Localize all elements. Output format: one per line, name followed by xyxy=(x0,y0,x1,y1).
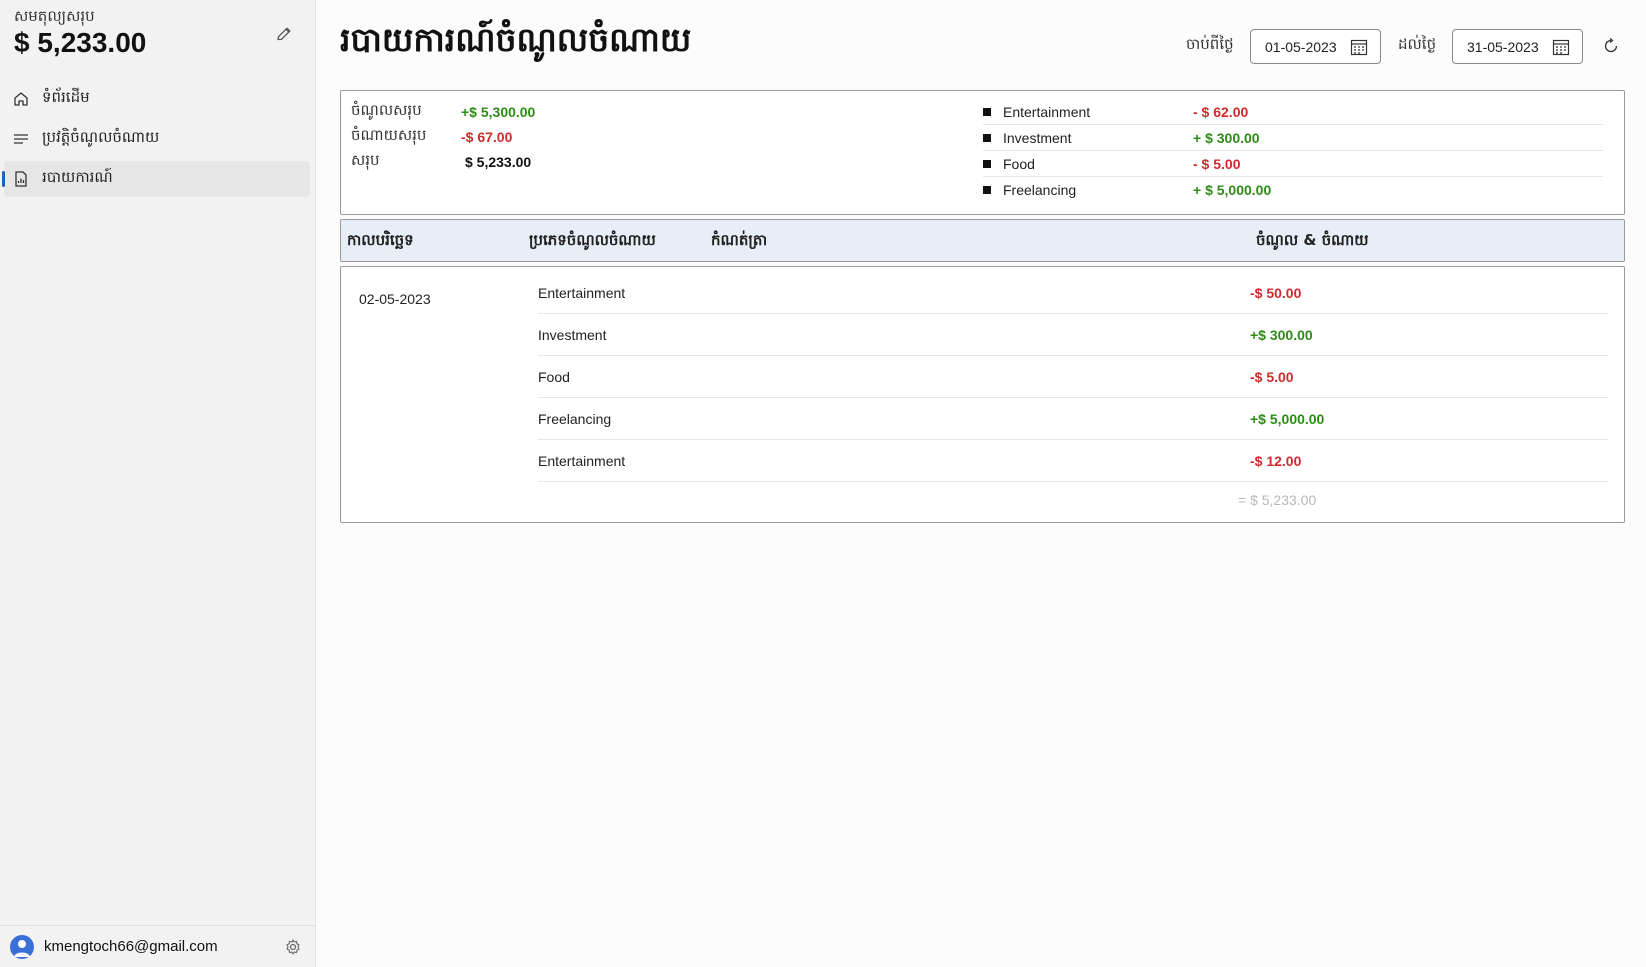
summary-panel: ចំណូលសរុប +$ 5,300.00 ចំណាយសរុប -$ 67.00… xyxy=(340,90,1625,215)
expense-label: ចំណាយសរុប xyxy=(351,126,427,144)
row-category: Investment xyxy=(538,327,607,343)
category-name: Entertainment xyxy=(1003,103,1091,120)
column-header-category: ប្រភេទចំណូលចំណាយ xyxy=(529,231,656,249)
list-icon xyxy=(12,130,30,148)
row-category: Entertainment xyxy=(538,285,626,301)
table-body: 02-05-2023 Entertainment -$ 50.00 Invest… xyxy=(340,266,1625,523)
total-value: $ 5,233.00 xyxy=(465,154,532,170)
sidebar-item-report[interactable]: របាយការណ៍ xyxy=(2,161,310,197)
to-date-label: ដល់ថ្ងៃ xyxy=(1398,35,1437,53)
row-amount: -$ 50.00 xyxy=(1250,285,1302,301)
edit-balance-button[interactable] xyxy=(274,24,294,44)
sidebar-item-label: ប្រវត្តិចំណូលចំណាយ xyxy=(42,128,160,146)
row-amount: -$ 12.00 xyxy=(1250,453,1302,469)
category-name: Food xyxy=(1003,155,1035,172)
refresh-icon xyxy=(1604,37,1618,53)
category-amount: - $ 5.00 xyxy=(1193,155,1241,172)
total-label: សរុប xyxy=(351,151,380,169)
account-footer: kmengtoch66@gmail.com xyxy=(0,925,316,967)
table-row[interactable]: Food -$ 5.00 xyxy=(538,356,1608,398)
sidebar-item-home[interactable]: ទំព័រដើម xyxy=(4,81,310,117)
list-item: Food - $ 5.00 xyxy=(983,151,1603,177)
sidebar: សមតុល្យសរុប $ 5,233.00 ទំព័រដើម ប្រវត្តិ… xyxy=(0,0,316,967)
list-item: Freelancing + $ 5,000.00 xyxy=(983,177,1603,203)
person-icon xyxy=(14,939,30,957)
row-category: Entertainment xyxy=(538,453,626,469)
from-date-label: ចាប់ពីថ្ងៃ xyxy=(1186,35,1234,53)
page-title: របាយការណ៍ចំណូលចំណាយ xyxy=(340,20,692,59)
table-row[interactable]: Freelancing +$ 5,000.00 xyxy=(538,398,1608,440)
list-item: Entertainment - $ 62.00 xyxy=(983,99,1603,125)
table-row[interactable]: Entertainment -$ 12.00 xyxy=(538,440,1608,482)
category-amount: - $ 62.00 xyxy=(1193,103,1249,120)
sidebar-item-label: របាយការណ៍ xyxy=(42,168,113,186)
category-amount: + $ 5,000.00 xyxy=(1193,182,1272,198)
income-value: +$ 5,300.00 xyxy=(461,104,536,120)
avatar[interactable] xyxy=(10,934,34,959)
to-date-value: 31-05-2023 xyxy=(1467,38,1539,55)
row-amount: +$ 5,000.00 xyxy=(1250,411,1325,427)
balance-value: $ 5,233.00 xyxy=(14,27,147,58)
calendar-icon[interactable] xyxy=(1350,38,1368,56)
calendar-icon[interactable] xyxy=(1552,38,1570,56)
sidebar-nav: ទំព័រដើម ប្រវត្តិចំណូលចំណាយ របាយការណ៍ xyxy=(0,81,316,201)
income-label: ចំណូលសរុប xyxy=(351,101,422,119)
table-header: កាលបរិច្ឆេទ ប្រភេទចំណូលចំណាយ កំណត់ត្រា ច… xyxy=(340,219,1625,262)
row-category: Freelancing xyxy=(538,411,612,427)
from-date-value: 01-05-2023 xyxy=(1265,38,1337,55)
refresh-button[interactable] xyxy=(1602,37,1620,55)
settings-button[interactable] xyxy=(284,938,302,956)
report-icon xyxy=(12,170,30,188)
row-amount: +$ 300.00 xyxy=(1250,327,1313,343)
to-date-field[interactable]: 31-05-2023 xyxy=(1452,29,1583,64)
expense-value: -$ 67.00 xyxy=(461,129,513,145)
bullet-icon xyxy=(983,186,991,194)
bullet-icon xyxy=(983,133,991,142)
gear-icon xyxy=(286,939,300,955)
income-summary: ចំណូលសរុប +$ 5,300.00 xyxy=(351,101,535,123)
sidebar-item-label: ទំព័រដើម xyxy=(42,88,90,106)
from-date-field[interactable]: 01-05-2023 xyxy=(1250,29,1381,64)
sidebar-item-history[interactable]: ប្រវត្តិចំណូលចំណាយ xyxy=(4,121,310,157)
category-name: Freelancing xyxy=(1003,182,1077,198)
category-name: Investment xyxy=(1003,129,1072,146)
expense-summary: ចំណាយសរុប -$ 67.00 xyxy=(351,126,512,148)
user-email: kmengtoch66@gmail.com xyxy=(44,938,218,955)
list-item: Investment + $ 300.00 xyxy=(983,125,1603,151)
table-row[interactable]: Investment +$ 300.00 xyxy=(538,314,1608,356)
group-total: = $ 5,233.00 xyxy=(1238,492,1317,508)
column-header-amount: ចំណូល & ចំណាយ xyxy=(1256,231,1369,249)
total-summary: សរុប $ 5,233.00 xyxy=(351,151,531,173)
group-date: 02-05-2023 xyxy=(359,291,431,307)
balance-label: សមតុល្យសរុប xyxy=(14,7,95,25)
bullet-icon xyxy=(983,107,991,116)
column-header-note: កំណត់ត្រា xyxy=(711,231,768,249)
row-category: Food xyxy=(538,369,570,385)
column-header-date: កាលបរិច្ឆេទ xyxy=(347,231,414,249)
home-icon xyxy=(12,90,30,108)
transaction-list: Entertainment -$ 50.00 Investment +$ 300… xyxy=(538,272,1608,482)
category-amount: + $ 300.00 xyxy=(1193,129,1260,146)
category-summary-list: Entertainment - $ 62.00 Investment + $ 3… xyxy=(983,99,1603,203)
row-amount: -$ 5.00 xyxy=(1250,369,1294,385)
table-row[interactable]: Entertainment -$ 50.00 xyxy=(538,272,1608,314)
pencil-icon xyxy=(277,27,291,41)
bullet-icon xyxy=(983,159,991,168)
